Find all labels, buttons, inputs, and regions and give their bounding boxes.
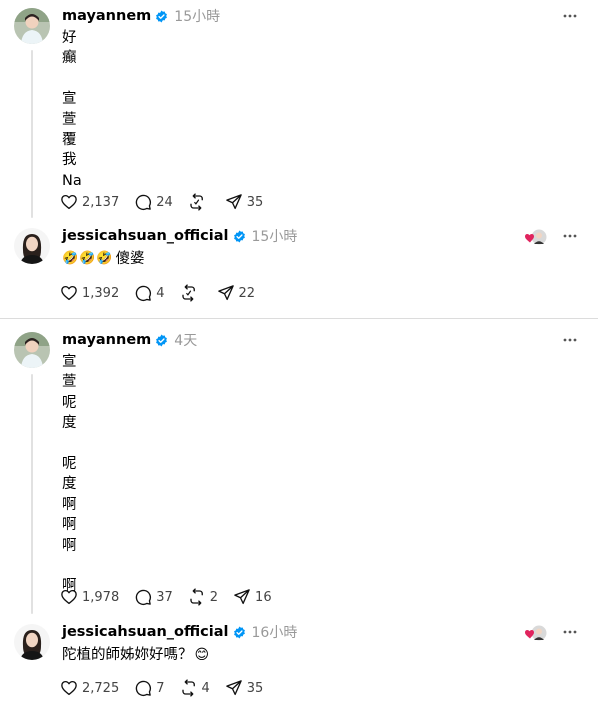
comment-count: 4 <box>156 285 165 301</box>
repost-button[interactable]: 2 <box>188 588 218 606</box>
more-icon[interactable] <box>562 332 578 348</box>
verified-badge-icon <box>233 230 246 243</box>
post-text: 好 癲 宣 萱 覆 我 Na <box>62 30 82 189</box>
heart-icon <box>525 234 534 243</box>
post-actions: 2,137 24 35 <box>60 192 278 212</box>
share-button[interactable]: 35 <box>225 193 264 211</box>
share-count: 35 <box>246 194 264 210</box>
comment-icon <box>135 589 152 606</box>
comment-icon <box>135 680 152 697</box>
post-actions: 1,978 37 2 16 <box>60 587 287 607</box>
post-text-line: 🤣🤣🤣 傻婆 <box>62 249 145 269</box>
verified-badge-icon <box>155 334 168 347</box>
post-header: jessicahsuan_official 15小時 <box>62 226 297 246</box>
username[interactable]: jessicahsuan_official <box>62 624 229 640</box>
post-header: mayannem 15小時 <box>62 6 220 26</box>
heart-icon <box>61 589 77 605</box>
avatar[interactable] <box>14 228 50 264</box>
emoji: 🤣🤣🤣 <box>62 251 114 266</box>
like-count: 2,725 <box>82 680 120 696</box>
avatar[interactable] <box>14 332 50 368</box>
like-count: 1,392 <box>82 285 120 301</box>
heart-icon <box>61 285 77 301</box>
like-button[interactable]: 2,725 <box>60 679 119 697</box>
verified-badge-icon <box>155 10 168 23</box>
comment-button[interactable]: 4 <box>134 284 165 302</box>
avatar[interactable] <box>14 624 50 660</box>
post-text: 傻婆 <box>115 251 145 267</box>
like-button[interactable]: 1,392 <box>60 284 119 302</box>
thread-divider <box>0 318 598 319</box>
like-count: 2,137 <box>82 194 120 210</box>
post-header: jessicahsuan_official 16小時 <box>62 622 297 642</box>
more-icon[interactable] <box>562 624 578 640</box>
username[interactable]: mayannem <box>62 8 151 24</box>
share-count: 22 <box>238 285 256 301</box>
comment-count: 24 <box>156 194 173 210</box>
post-time[interactable]: 16小時 <box>252 622 298 642</box>
repost-icon <box>181 284 195 302</box>
heart-icon <box>525 630 534 639</box>
like-button[interactable]: 2,137 <box>60 193 119 211</box>
repost-count: 2 <box>209 589 219 605</box>
verified-badge-icon <box>233 626 246 639</box>
share-icon <box>217 285 234 301</box>
share-count: 35 <box>246 680 264 696</box>
share-icon <box>225 680 242 696</box>
liked-by-author-indicator[interactable] <box>524 625 548 641</box>
avatar[interactable] <box>14 8 50 44</box>
thread-line <box>31 374 33 614</box>
share-count: 16 <box>255 589 272 605</box>
repost-count: 4 <box>201 680 210 696</box>
repost-icon <box>190 588 203 606</box>
share-button[interactable]: 22 <box>217 284 256 302</box>
like-button[interactable]: 1,978 <box>60 588 119 606</box>
repost-button[interactable] <box>180 284 202 302</box>
post-time[interactable]: 15小時 <box>252 226 298 246</box>
more-icon[interactable] <box>562 228 578 244</box>
share-icon <box>234 589 250 605</box>
post-text-line: 陀植的師姊妳好嗎？ 😊 <box>62 645 209 665</box>
comment-icon <box>135 194 152 211</box>
repost-icon <box>190 193 203 211</box>
post-header: mayannem 4天 <box>62 330 197 350</box>
repost-button[interactable]: 4 <box>180 679 210 697</box>
share-icon <box>225 194 242 210</box>
comment-button[interactable]: 24 <box>134 193 173 211</box>
post-actions: 2,725 7 4 35 <box>60 678 278 698</box>
more-icon[interactable] <box>562 8 578 24</box>
heart-icon <box>61 680 77 696</box>
liked-by-author-indicator[interactable] <box>524 229 548 245</box>
post-time[interactable]: 4天 <box>174 330 197 350</box>
share-button[interactable]: 16 <box>233 588 272 606</box>
share-button[interactable]: 35 <box>225 679 264 697</box>
comment-button[interactable]: 7 <box>134 679 165 697</box>
username[interactable]: jessicahsuan_official <box>62 228 229 244</box>
heart-icon <box>61 194 77 210</box>
post-actions: 1,392 4 22 <box>60 283 270 303</box>
emoji: 😊 <box>194 647 210 663</box>
post-text: 陀植的師姊妳好嗎？ <box>62 647 193 663</box>
post-time[interactable]: 15小時 <box>174 6 220 26</box>
comment-icon <box>135 285 152 302</box>
like-count: 1,978 <box>82 589 120 605</box>
repost-button[interactable] <box>188 193 210 211</box>
comment-count: 37 <box>156 589 173 605</box>
thread-line <box>31 50 33 218</box>
comment-count: 7 <box>156 680 165 696</box>
comment-button[interactable]: 37 <box>134 588 173 606</box>
post-text: 宣 萱 呢 度 呢 度 啊 啊 啊 啊 <box>62 354 77 595</box>
repost-icon <box>181 679 195 697</box>
username[interactable]: mayannem <box>62 332 151 348</box>
